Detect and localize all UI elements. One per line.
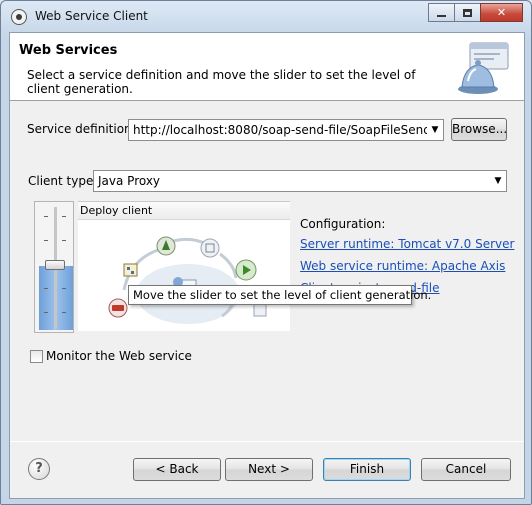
start-icon — [235, 259, 257, 281]
service-definition-label: Service definition: — [27, 122, 136, 136]
service-bell-icon — [458, 42, 509, 94]
stage-header: Deploy client — [78, 202, 290, 220]
configuration-label: Configuration: — [300, 217, 386, 231]
browse-button[interactable]: Browse... — [451, 118, 507, 141]
footer-separator — [10, 441, 524, 442]
chevron-down-icon[interactable]: ▼ — [427, 120, 443, 140]
next-button[interactable]: Next > — [225, 458, 313, 481]
slider-tick — [44, 216, 48, 217]
develop-icon — [108, 298, 128, 318]
title-bar[interactable]: Web Service Client ✕ — [1, 1, 531, 33]
generation-level-slider[interactable] — [34, 201, 74, 333]
minimize-button[interactable] — [428, 3, 455, 22]
wizard-banner: Web Services Select a service definition… — [10, 33, 524, 101]
dialog-content: Web Services Select a service definition… — [9, 32, 525, 499]
generation-stage-illustration: Deploy client — [78, 201, 290, 331]
lifecycle-diagram — [108, 236, 267, 324]
slider-tick — [44, 288, 48, 289]
client-type-label: Client type: — [28, 174, 98, 188]
slider-thumb[interactable] — [45, 260, 65, 270]
slider-tick — [44, 312, 48, 313]
stage-label: Deploy client — [80, 204, 153, 217]
window-title: Web Service Client — [35, 9, 148, 23]
slider-tick — [62, 312, 66, 313]
close-icon: ✕ — [496, 6, 507, 19]
window-controls: ✕ — [428, 3, 523, 23]
slider-tick — [44, 240, 48, 241]
slider-tick — [62, 240, 66, 241]
assemble-icon — [123, 263, 138, 277]
eclipse-icon — [11, 9, 27, 25]
test-icon — [253, 303, 267, 317]
server-runtime-link[interactable]: Server runtime: Tomcat v7.0 Server — [300, 237, 514, 251]
maximize-button[interactable] — [454, 3, 481, 22]
web-service-runtime-link[interactable]: Web service runtime: Apache Axis — [300, 259, 505, 273]
service-definition-combo[interactable]: http://localhost:8080/soap-send-file/Soa… — [128, 119, 444, 141]
close-button[interactable]: ✕ — [480, 3, 523, 22]
slider-tick — [62, 216, 66, 217]
slider-tooltip: Move the slider to set the level of clie… — [128, 285, 431, 305]
chevron-down-icon[interactable]: ▼ — [490, 171, 506, 191]
finish-button[interactable]: Finish — [323, 458, 411, 481]
service-definition-value: http://localhost:8080/soap-send-file/Soa… — [133, 123, 444, 137]
monitor-label[interactable]: Monitor the Web service — [46, 349, 192, 363]
dialog-window: Web Service Client ✕ Web Services Select… — [0, 0, 532, 505]
back-button[interactable]: < Back — [133, 458, 221, 481]
slider-tick — [62, 288, 66, 289]
page-description: Select a service definition and move the… — [27, 68, 416, 96]
minimize-icon — [437, 15, 446, 17]
install-icon — [200, 238, 220, 258]
monitor-checkbox[interactable] — [30, 350, 43, 363]
cancel-button[interactable]: Cancel — [421, 458, 511, 481]
maximize-icon — [463, 8, 472, 17]
deploy-icon — [156, 236, 176, 256]
page-title: Web Services — [19, 43, 118, 58]
client-type-combo[interactable]: Java Proxy ▼ — [93, 170, 507, 192]
client-type-value: Java Proxy — [98, 174, 161, 188]
help-icon[interactable]: ? — [28, 458, 50, 480]
